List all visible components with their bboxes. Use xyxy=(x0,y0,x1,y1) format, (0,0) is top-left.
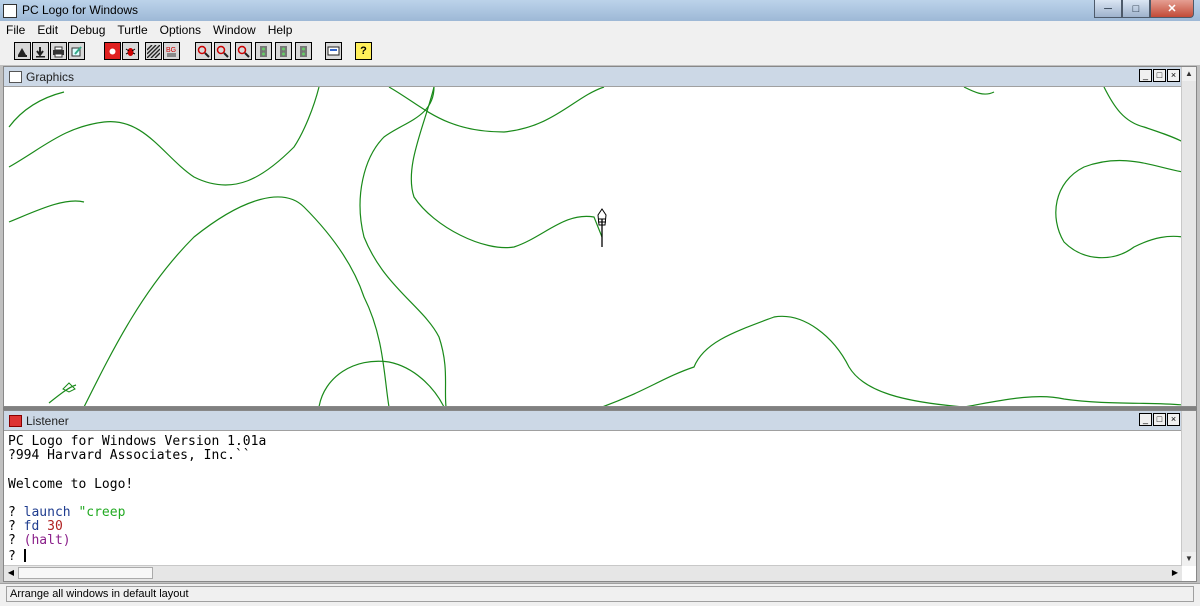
window-title: PC Logo for Windows xyxy=(22,3,139,17)
status-text: Arrange all windows in default layout xyxy=(6,586,1194,602)
zoom-out-icon[interactable] xyxy=(214,42,231,60)
open-file-icon[interactable] xyxy=(14,42,31,60)
command-keyword: launch xyxy=(23,505,71,521)
hscroll-thumb[interactable] xyxy=(18,567,153,579)
command-arg: "creep xyxy=(78,505,126,521)
text-cursor xyxy=(23,548,26,562)
pen-pattern-icon[interactable] xyxy=(145,42,162,60)
console-input-line: ? xyxy=(8,548,1176,564)
prompt: ? xyxy=(8,548,24,564)
turtle-trail xyxy=(8,200,85,223)
zoom-in-icon[interactable] xyxy=(195,42,212,60)
prompt: ? xyxy=(8,505,24,521)
scroll-down-arrow[interactable]: ▼ xyxy=(1182,552,1196,566)
graphics-window-icon[interactable] xyxy=(9,71,22,83)
mdi-workspace: Graphics _ □ × ▲ Listener _ □ × PC Logo … xyxy=(3,66,1197,582)
listener-titlebar: Listener _ □ × xyxy=(4,411,1196,431)
menu-bar: File Edit Debug Turtle Options Window He… xyxy=(0,21,1200,40)
turtle-trail xyxy=(602,315,1181,406)
console-command: ? launch "creep xyxy=(8,505,1176,521)
menu-edit[interactable]: Edit xyxy=(31,21,64,39)
minimize-button[interactable]: ─ xyxy=(1094,0,1122,18)
graphics-close-button[interactable]: × xyxy=(1167,69,1180,82)
console-command: ? (halt) xyxy=(8,534,1176,548)
turtle-trail xyxy=(388,87,605,133)
turtle-trail xyxy=(48,384,77,404)
print-icon[interactable] xyxy=(50,42,67,60)
menu-file[interactable]: File xyxy=(0,21,31,39)
menu-turtle[interactable]: Turtle xyxy=(111,21,153,39)
turtle-trails xyxy=(8,87,1181,406)
turtle-trail xyxy=(410,87,603,249)
bg-pattern-icon[interactable]: BG xyxy=(163,42,180,60)
traffic-light-icon[interactable] xyxy=(255,42,272,60)
listener-window: Listener _ □ × PC Logo for Windows Versi… xyxy=(3,410,1197,582)
menu-help[interactable]: Help xyxy=(262,21,299,39)
listener-window-controls: _ □ × xyxy=(1139,413,1180,426)
graphics-vscroll[interactable]: ▲ xyxy=(1181,67,1196,406)
console-line: Welcome to Logo! xyxy=(8,476,134,492)
edit-icon[interactable] xyxy=(68,42,85,60)
graphics-maximize-button[interactable]: □ xyxy=(1153,69,1166,82)
menu-options[interactable]: Options xyxy=(154,21,207,39)
window-controls: ─ □ ✕ xyxy=(1094,0,1194,19)
traffic-light-icon[interactable] xyxy=(295,42,312,60)
listener-hscroll[interactable]: ◀ ▶ xyxy=(4,565,1182,581)
command-text: (halt) xyxy=(23,533,71,549)
console-line: PC Logo for Windows Version 1.01a xyxy=(8,434,267,449)
console-command: ? fd 30 xyxy=(8,520,1176,534)
listener-title: Listener xyxy=(26,414,69,428)
turtle-trail xyxy=(83,196,390,406)
listener-close-button[interactable]: × xyxy=(1167,413,1180,426)
menu-window[interactable]: Window xyxy=(207,21,262,39)
scroll-right-arrow[interactable]: ▶ xyxy=(1168,566,1182,580)
scroll-left-arrow[interactable]: ◀ xyxy=(4,566,18,580)
turtle-trail xyxy=(318,360,445,406)
toolbar: BG ? xyxy=(0,39,1200,65)
graphics-window-controls: _ □ × xyxy=(1139,69,1180,82)
close-button[interactable]: ✕ xyxy=(1150,0,1194,18)
listener-maximize-button[interactable]: □ xyxy=(1153,413,1166,426)
save-file-icon[interactable] xyxy=(32,42,49,60)
bug-icon[interactable] xyxy=(122,42,139,60)
help-icon[interactable]: ? xyxy=(355,42,372,60)
maximize-button[interactable]: □ xyxy=(1122,0,1150,18)
turtle-trail xyxy=(8,91,65,128)
command-keyword: fd xyxy=(23,519,40,535)
prompt: ? xyxy=(8,519,24,535)
turtle-icon xyxy=(597,208,607,247)
console-line: ?994 Harvard Associates, Inc.`` xyxy=(8,448,251,464)
graphics-minimize-button[interactable]: _ xyxy=(1139,69,1152,82)
listener-window-icon[interactable] xyxy=(9,415,22,427)
scroll-up-arrow[interactable]: ▲ xyxy=(1182,67,1196,81)
app-titlebar: PC Logo for Windows ─ □ ✕ xyxy=(0,0,1200,21)
turtle-trail xyxy=(8,87,320,186)
svg-text:BG: BG xyxy=(166,47,176,54)
graphics-titlebar: Graphics _ □ × xyxy=(4,67,1196,87)
turtle-trail xyxy=(1103,87,1181,142)
traffic-light-icon[interactable] xyxy=(275,42,292,60)
app-icon[interactable] xyxy=(3,4,17,18)
zoom-reset-icon[interactable] xyxy=(235,42,252,60)
listener-console[interactable]: PC Logo for Windows Version 1.01a ?994 Ha… xyxy=(8,434,1176,564)
graphics-window: Graphics _ □ × ▲ xyxy=(3,66,1197,407)
status-bar: Arrange all windows in default layout xyxy=(0,583,1200,606)
turtle-trail xyxy=(1055,160,1181,259)
listener-vscroll[interactable]: ▼ xyxy=(1181,411,1196,566)
menu-debug[interactable]: Debug xyxy=(64,21,111,39)
graphics-title: Graphics xyxy=(26,70,75,84)
stop-icon[interactable] xyxy=(104,42,121,60)
monitor-icon[interactable] xyxy=(325,42,342,60)
turtle-trail xyxy=(963,87,995,95)
command-arg: 30 xyxy=(47,519,63,535)
prompt: ? xyxy=(8,533,24,549)
graphics-canvas[interactable] xyxy=(4,87,1181,406)
listener-minimize-button[interactable]: _ xyxy=(1139,413,1152,426)
turtle-trail xyxy=(359,87,447,406)
